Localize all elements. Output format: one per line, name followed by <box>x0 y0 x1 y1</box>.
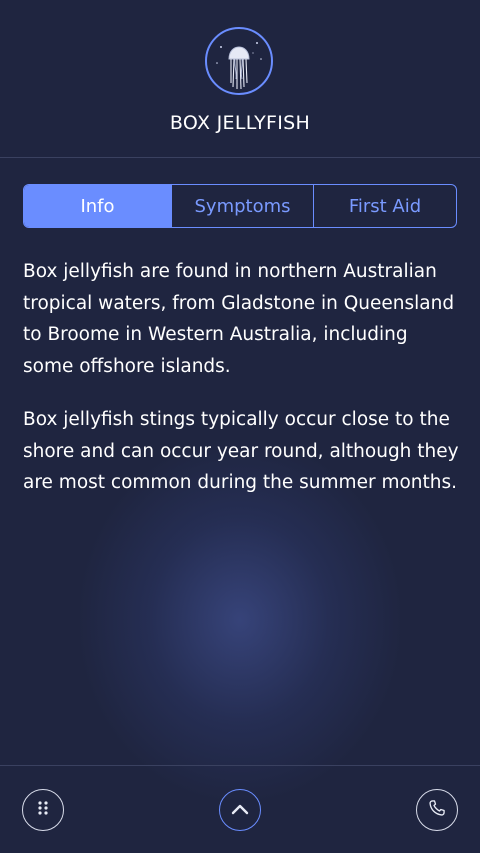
grid-dots-icon <box>35 800 51 820</box>
jellyfish-icon <box>205 27 273 95</box>
menu-button[interactable] <box>22 789 64 831</box>
info-paragraph: Box jellyfish stings typically occur clo… <box>23 409 459 493</box>
page-title: BOX JELLYFISH <box>169 112 311 134</box>
phone-icon <box>427 798 447 822</box>
info-paragraph: Box jellyfish are found in northern Aust… <box>23 261 455 377</box>
header: BOX JELLYFISH <box>0 0 480 158</box>
call-button[interactable] <box>416 789 458 831</box>
chevron-up-icon <box>230 801 250 820</box>
info-content: Box jellyfish are found in northern Aust… <box>23 256 463 521</box>
segmented-tabs: Info Symptoms First Aid <box>23 184 457 228</box>
tab-first-aid[interactable]: First Aid <box>313 185 456 227</box>
footer-bar <box>0 765 480 853</box>
tab-info[interactable]: Info <box>24 185 171 227</box>
tab-symptoms[interactable]: Symptoms <box>171 185 313 227</box>
scroll-up-button[interactable] <box>219 789 261 831</box>
